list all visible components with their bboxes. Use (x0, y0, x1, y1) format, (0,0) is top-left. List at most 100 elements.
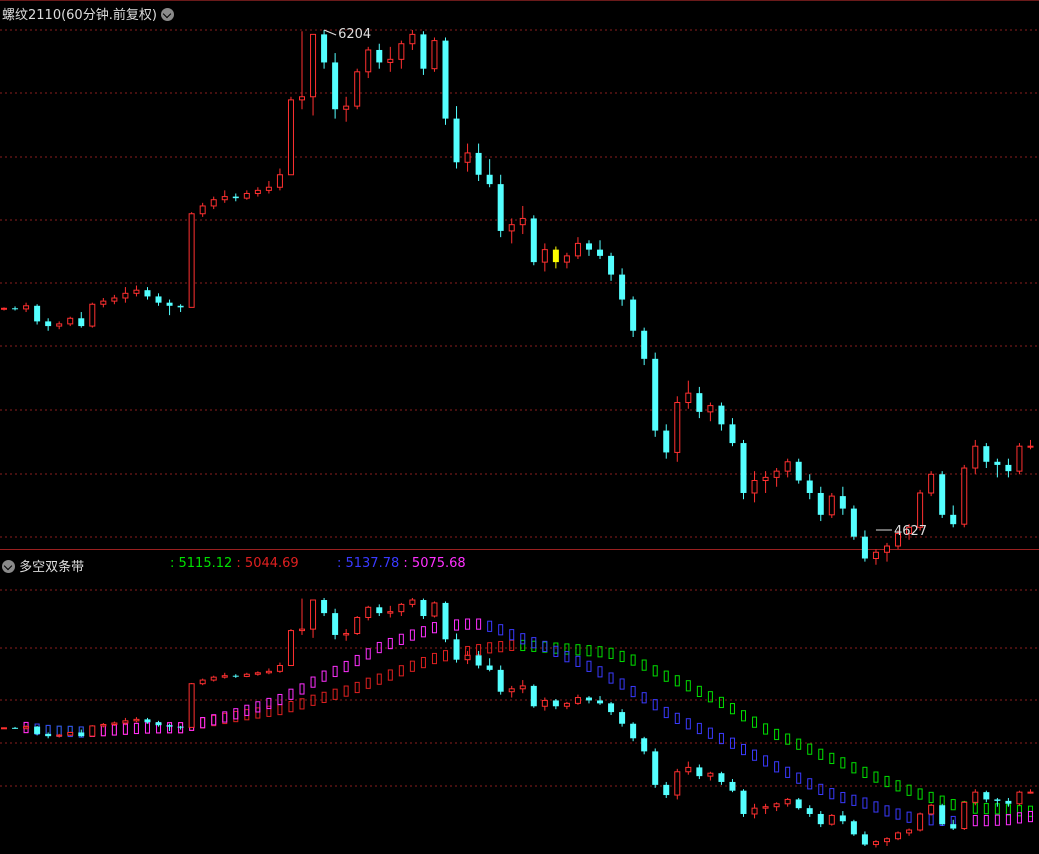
slow-band-bar (144, 722, 150, 734)
main-candle-body (177, 305, 184, 308)
slow-band-bar (718, 696, 724, 709)
main-candle-body (597, 249, 604, 256)
fast-band-bar (409, 629, 415, 641)
main-candle-body (343, 105, 350, 110)
sub-candle-body (243, 673, 250, 677)
fast-band-bar (796, 772, 802, 784)
fast-band-bar (906, 811, 912, 823)
main-candle-body (232, 196, 239, 199)
slow-band-bar (619, 650, 625, 663)
fast-band-bar (663, 706, 669, 719)
sub-candle-body (464, 654, 471, 661)
sub-candle-body (696, 767, 703, 777)
slow-band-bar (343, 685, 349, 697)
main-candle-body (850, 508, 857, 537)
main-candle-body (630, 299, 637, 331)
sub-candle-body (67, 731, 74, 736)
chevron-down-icon[interactable] (2, 560, 15, 573)
slow-band-bar (630, 654, 636, 666)
slow-band-bar (884, 775, 890, 788)
fast-band-bar (310, 676, 316, 688)
sub-candle-body (45, 733, 52, 737)
main-candle-body (144, 290, 151, 297)
slow-band-bar (233, 710, 239, 723)
main-candle-body (718, 405, 725, 425)
fast-band-bar (144, 722, 150, 734)
slow-band-bar (133, 722, 139, 735)
sub-candle-body (773, 803, 780, 808)
main-chart-title: 螺纹2110(60分钟.前复权) (2, 8, 157, 23)
fast-band-bar (487, 620, 493, 632)
chevron-down-icon[interactable] (161, 8, 175, 21)
main-candle-body (619, 274, 626, 300)
sub-candle-body (530, 685, 537, 707)
sub-candle-body (453, 639, 460, 660)
main-candle-body (552, 249, 559, 263)
fast-band-bar (387, 637, 393, 650)
fast-band-bar (829, 788, 835, 800)
sub-candle-body (839, 815, 846, 822)
sub-candle-body (486, 665, 493, 670)
sub-candle-body (442, 602, 449, 640)
main-candle-body (464, 152, 471, 163)
slow-band-bar (851, 762, 857, 774)
fast-band-bar (774, 761, 780, 773)
sub-candle-body (762, 806, 769, 809)
fast-band-bar (498, 624, 504, 636)
main-candle-body (475, 152, 482, 175)
main-candle-body (817, 492, 824, 515)
sub-candle-body (784, 798, 791, 805)
main-candle-body (839, 496, 846, 509)
sub-candle-body (475, 655, 482, 666)
fast-band-bar (509, 629, 515, 641)
main-candle-body (795, 461, 802, 481)
main-candle-body (828, 495, 835, 516)
slow-band-bar (840, 757, 846, 769)
sub-candle-body (1, 727, 7, 730)
sub-candle-body (795, 799, 802, 809)
fast-band-bar (288, 688, 294, 700)
slow-band-bar (608, 647, 614, 659)
sub-candle-body (332, 613, 339, 635)
sub-candle-body (663, 784, 670, 796)
main-candle-body (707, 405, 714, 413)
main-candle-body (420, 34, 427, 69)
main-candle-body (883, 545, 890, 553)
main-candle-body (398, 43, 405, 60)
main-chart-header: 螺纹2110(60分钟.前复权) (2, 4, 175, 23)
fast-band-bar (851, 794, 857, 806)
indicator-value-red: : 5044.69 (236, 556, 299, 571)
slow-band-bar (564, 643, 570, 655)
fast-band-bar (200, 717, 206, 729)
fast-band-bar (586, 660, 592, 672)
slow-band-bar (332, 688, 338, 700)
sub-candle-body (751, 807, 758, 815)
fast-band-bar (321, 670, 327, 682)
slow-band-bar (641, 659, 647, 671)
sub-candle-body (906, 829, 913, 834)
main-candle-body (530, 218, 537, 263)
main-candle-body (928, 473, 935, 494)
slow-band-bar (354, 681, 360, 694)
main-candle-body (365, 49, 372, 73)
sub-candle-body (994, 799, 1001, 801)
sub-candle-body (850, 821, 857, 835)
sub-candle-body (188, 683, 195, 728)
slow-band-bar (729, 703, 735, 715)
main-candle-body (696, 393, 703, 412)
main-candle-body (321, 34, 328, 63)
main-candle-body (652, 358, 659, 431)
main-candle-body (917, 492, 924, 528)
sub-candle-body (939, 805, 946, 825)
main-candle-body (243, 192, 250, 199)
main-candle-body (276, 174, 283, 188)
main-candle-body (78, 318, 85, 327)
main-candle-body (762, 476, 769, 482)
slow-band-bar (200, 717, 206, 729)
slow-band-bar (796, 738, 802, 750)
main-candle-body (254, 189, 261, 194)
fast-band-bar (343, 660, 349, 673)
sub-candle-body (608, 703, 615, 713)
sub-candle-body (861, 834, 868, 845)
main-candle-body (861, 536, 868, 559)
